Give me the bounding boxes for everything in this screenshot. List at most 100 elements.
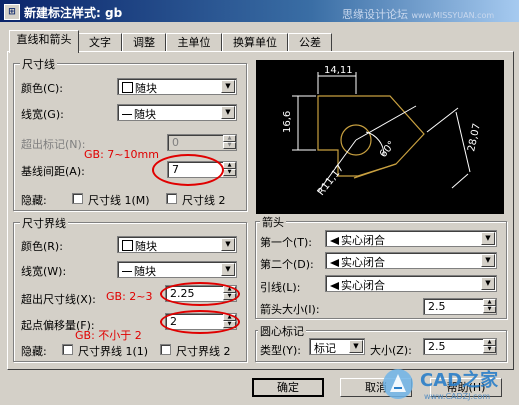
- ext-extend-label: 超出尺寸线(X):: [21, 293, 96, 306]
- dim-spacing-label: 基线间距(A):: [21, 165, 85, 178]
- app-icon: ⊞: [4, 4, 20, 20]
- ext-suppress-2-checkbox[interactable]: [160, 344, 171, 355]
- dim-lines-title: 尺寸线: [20, 56, 57, 72]
- arrow-second-value: 实心闭合: [341, 256, 385, 269]
- dim-suppress-2-label: 尺寸线 2: [182, 194, 226, 207]
- preview-dim-top: 14,11: [324, 65, 353, 76]
- color-swatch-icon: [122, 240, 133, 251]
- chevron-down-icon: ▼: [221, 263, 235, 276]
- closed-filled-arrow-icon: [330, 282, 339, 290]
- ext-suppress-label: 隐藏:: [21, 345, 47, 358]
- dim-extend-spinner[interactable]: ▲ ▼: [223, 135, 236, 150]
- arrow-leader-value: 实心闭合: [341, 279, 385, 292]
- chevron-down-icon: ▼: [481, 254, 495, 267]
- cad-logo-icon: [380, 366, 416, 402]
- tab-text[interactable]: 文字: [78, 33, 122, 52]
- spin-down-icon: ▼: [483, 346, 496, 353]
- ext-lines-title: 尺寸界线: [20, 215, 68, 231]
- arrow-size-value: 2.5: [428, 300, 446, 313]
- arrow-size-spinner[interactable]: ▲ ▼: [483, 299, 496, 314]
- spin-down-icon: ▼: [483, 306, 496, 313]
- dim-extend-label: 超出标记(N):: [21, 138, 86, 151]
- dim-spacing-spinner[interactable]: ▲ ▼: [223, 162, 236, 177]
- preview-dim-right: 28,07: [466, 122, 483, 152]
- center-size-input[interactable]: 2.5 ▲ ▼: [423, 338, 497, 355]
- preview-radius: R11,17: [316, 163, 347, 198]
- ext-color-value: 随块: [135, 240, 157, 253]
- dim-suppress-1-label: 尺寸线 1(M): [88, 194, 150, 207]
- offset-annotation: GB: 不小于 2: [75, 329, 142, 342]
- tab-tolerances[interactable]: 公差: [288, 33, 332, 52]
- dim-lineweight-value: 随块: [134, 108, 156, 121]
- center-type-value: 标记: [314, 342, 336, 355]
- watermark-url: www.CADZJ.com: [424, 392, 491, 401]
- tab-alternate-units[interactable]: 换算单位: [222, 33, 288, 52]
- preview-dim-left: 16,6: [282, 111, 293, 133]
- ext-color-select[interactable]: 随块 ▼: [117, 236, 237, 253]
- center-size-value: 2.5: [428, 340, 446, 353]
- title-bar: ⊞ 新建标注样式: gb 思缘设计论坛 www.MISSYUAN.com: [0, 0, 519, 22]
- arrowheads-title: 箭头: [260, 214, 286, 230]
- ext-lineweight-label: 线宽(W):: [21, 265, 67, 278]
- center-size-spinner[interactable]: ▲ ▼: [483, 339, 496, 354]
- chevron-down-icon: ▼: [349, 340, 363, 353]
- center-type-label: 类型(Y):: [260, 344, 302, 357]
- line-icon: [122, 271, 132, 272]
- center-marks-title: 圆心标记: [258, 323, 306, 339]
- arrow-first-value: 实心闭合: [341, 234, 385, 247]
- ok-button[interactable]: 确定: [252, 378, 324, 397]
- ext-suppress-2-label: 尺寸界线 2: [176, 345, 231, 358]
- arrow-first-label: 第一个(T):: [260, 236, 313, 249]
- watermark-brand: CAD之家: [420, 370, 499, 391]
- dim-extend-value: 0: [172, 136, 179, 149]
- tab-primary-units[interactable]: 主单位: [166, 33, 222, 52]
- dim-extend-input[interactable]: 0 ▲ ▼: [167, 134, 237, 151]
- extend-annotation: GB: 2~3: [106, 290, 153, 303]
- dim-suppress-label: 隐藏:: [21, 194, 47, 207]
- arrow-first-select[interactable]: 实心闭合 ▼: [325, 230, 497, 247]
- spin-up-icon: ▲: [483, 299, 496, 306]
- chevron-down-icon: ▼: [221, 238, 235, 251]
- arrow-size-label: 箭头大小(I):: [260, 303, 320, 316]
- watermark-top: 思缘设计论坛 www.MISSYUAN.com: [342, 6, 494, 22]
- spin-up-icon: ▲: [223, 135, 236, 142]
- chevron-down-icon: ▼: [221, 106, 235, 119]
- arrow-second-label: 第二个(D):: [260, 258, 314, 271]
- center-type-select[interactable]: 标记 ▼: [309, 338, 365, 355]
- dim-suppress-1-checkbox[interactable]: [72, 193, 83, 204]
- closed-filled-arrow-icon: [330, 259, 339, 267]
- dim-color-select[interactable]: 随块 ▼: [117, 78, 237, 95]
- arrow-leader-select[interactable]: 实心闭合 ▼: [325, 275, 497, 292]
- preview-pane: 14,11 16,6 28,07 60° R11,17: [256, 60, 504, 214]
- extend-highlight: [160, 282, 240, 306]
- tab-lines-arrows[interactable]: 直线和箭头: [9, 30, 79, 53]
- spin-down-icon: ▼: [223, 142, 236, 149]
- spin-up-icon: ▲: [223, 162, 236, 169]
- ext-color-label: 颜色(R):: [21, 240, 63, 253]
- arrow-size-input[interactable]: 2.5 ▲ ▼: [423, 298, 497, 315]
- dim-color-label: 颜色(C):: [21, 82, 63, 95]
- spacing-annotation: GB: 7~10mm: [84, 148, 159, 161]
- ext-lineweight-select[interactable]: 随块 ▼: [117, 261, 237, 278]
- chevron-down-icon: ▼: [221, 80, 235, 93]
- watermark-top-text: 思缘设计论坛: [342, 8, 408, 21]
- watermark-top-url: www.MISSYUAN.com: [411, 11, 495, 20]
- window-title: 新建标注样式: gb: [24, 6, 123, 20]
- ext-suppress-1-label: 尺寸界线 1(1): [78, 345, 149, 358]
- spin-down-icon: ▼: [223, 169, 236, 176]
- spin-up-icon: ▲: [483, 339, 496, 346]
- center-size-label: 大小(Z):: [370, 344, 412, 357]
- arrow-leader-label: 引线(L):: [260, 281, 301, 294]
- arrow-second-select[interactable]: 实心闭合 ▼: [325, 252, 497, 269]
- dimension-preview-drawing: 14,11 16,6 28,07 60° R11,17: [282, 65, 483, 198]
- dim-lineweight-label: 线宽(G):: [21, 108, 64, 121]
- dim-color-value: 随块: [135, 82, 157, 95]
- color-swatch-icon: [122, 82, 133, 93]
- dim-suppress-2-checkbox[interactable]: [166, 193, 177, 204]
- chevron-down-icon: ▼: [481, 277, 495, 290]
- tab-fit[interactable]: 调整: [122, 33, 166, 52]
- ext-lineweight-value: 随块: [134, 265, 156, 278]
- dim-lineweight-select[interactable]: 随块 ▼: [117, 104, 237, 121]
- offset-highlight: [160, 310, 240, 334]
- ext-suppress-1-checkbox[interactable]: [62, 344, 73, 355]
